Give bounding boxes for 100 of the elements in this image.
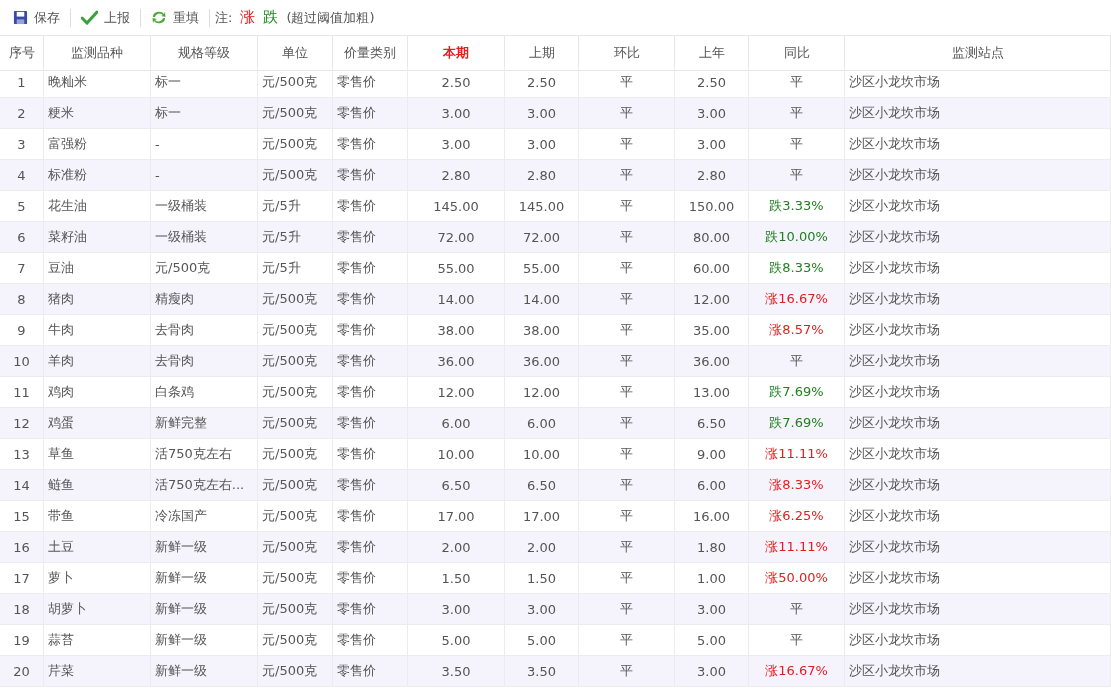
table-cell: 沙区小龙坎市场 [845, 656, 1111, 687]
table-cell: 3.50 [505, 656, 579, 687]
table-cell: 跌7.69% [749, 408, 845, 439]
table-cell: 80.00 [675, 222, 749, 253]
table-cell: 元/500克 [258, 284, 333, 315]
table-cell: 平 [749, 160, 845, 191]
table-cell: 元/500克 [258, 470, 333, 501]
table-cell: 精瘦肉 [151, 284, 258, 315]
table-cell: 3.00 [505, 594, 579, 625]
table-cell: 菜籽油 [44, 222, 151, 253]
table-cell: 沙区小龙坎市场 [845, 160, 1111, 191]
table-cell: 72.00 [505, 222, 579, 253]
table-cell: 元/500克 [258, 532, 333, 563]
table-cell: 2 [0, 98, 44, 129]
table-cell: 14 [0, 470, 44, 501]
report-button[interactable]: 上报 [76, 5, 135, 30]
legend-item: 跌 [263, 8, 279, 27]
table-cell: 2.80 [505, 160, 579, 191]
table-cell: 涨16.67% [749, 284, 845, 315]
table-cell: 沙区小龙坎市场 [845, 594, 1111, 625]
table-cell: 沙区小龙坎市场 [845, 222, 1111, 253]
table-cell: 零售价 [333, 470, 408, 501]
table-cell: 标一 [151, 98, 258, 129]
legend-item: 涨 [240, 8, 256, 27]
column-header[interactable]: 序号 [0, 36, 44, 71]
table-cell: 一级桶装 [151, 222, 258, 253]
table-cell: 零售价 [333, 98, 408, 129]
table-cell: 涨11.11% [749, 532, 845, 563]
table-cell: 6 [0, 222, 44, 253]
table-cell: 12.00 [675, 284, 749, 315]
table-cell: 沙区小龙坎市场 [845, 470, 1111, 501]
table-cell: 沙区小龙坎市场 [845, 98, 1111, 129]
table-cell: 平 [579, 532, 675, 563]
table-cell: 平 [579, 284, 675, 315]
table-cell: 1.80 [675, 532, 749, 563]
table-cell: 平 [579, 594, 675, 625]
table-cell: 零售价 [333, 532, 408, 563]
table-cell: 2.80 [408, 160, 505, 191]
table-cell: 新鲜一级 [151, 594, 258, 625]
table-cell: 平 [749, 346, 845, 377]
table-cell: 跌10.00% [749, 222, 845, 253]
column-header[interactable]: 上期 [505, 36, 579, 71]
table-cell: 沙区小龙坎市场 [845, 284, 1111, 315]
table-cell: 零售价 [333, 656, 408, 687]
table-cell: 3.00 [675, 98, 749, 129]
table-cell: 平 [749, 98, 845, 129]
table-cell: 16 [0, 532, 44, 563]
table-cell: 新鲜一级 [151, 532, 258, 563]
table-cell: 3.00 [408, 594, 505, 625]
table-cell: 36.00 [675, 346, 749, 377]
save-button[interactable]: 保存 [8, 5, 65, 30]
table-cell: 元/500克 [258, 656, 333, 687]
column-header[interactable]: 本期 [408, 36, 505, 71]
table-cell: 粳米 [44, 98, 151, 129]
table-cell: 平 [579, 222, 675, 253]
column-header[interactable]: 规格等级 [151, 36, 258, 71]
table-cell: 18 [0, 594, 44, 625]
table-cell: 3.00 [505, 98, 579, 129]
table-cell: - [151, 160, 258, 191]
column-header[interactable]: 监测站点 [845, 36, 1111, 71]
table-cell: 14.00 [408, 284, 505, 315]
table-cell: 鲢鱼 [44, 470, 151, 501]
table-cell: 沙区小龙坎市场 [845, 532, 1111, 563]
table-cell: 涨8.33% [749, 470, 845, 501]
table-cell: 3.00 [408, 98, 505, 129]
column-header[interactable]: 同比 [749, 36, 845, 71]
table-cell: 3.50 [408, 656, 505, 687]
table-cell: 元/500克 [258, 346, 333, 377]
refresh-icon [151, 10, 167, 25]
legend-note: (超过阈值加粗) [286, 8, 375, 27]
table-cell: 平 [579, 98, 675, 129]
column-header[interactable]: 环比 [579, 36, 675, 71]
table-cell: 14.00 [505, 284, 579, 315]
table-cell: 10 [0, 346, 44, 377]
table-cell: 4 [0, 160, 44, 191]
table-cell: 平 [579, 408, 675, 439]
table-cell: 6.00 [675, 470, 749, 501]
column-header[interactable]: 监测品种 [44, 36, 151, 71]
legend-label: 注: [215, 8, 233, 27]
table-cell: 标准粉 [44, 160, 151, 191]
table-cell: 零售价 [333, 346, 408, 377]
table-cell: 零售价 [333, 594, 408, 625]
table-cell: 3.00 [675, 656, 749, 687]
table-cell: 2.80 [675, 160, 749, 191]
table-cell: 36.00 [505, 346, 579, 377]
table-cell: 6.50 [505, 470, 579, 501]
table-cell: 3.00 [675, 594, 749, 625]
column-header[interactable]: 单位 [258, 36, 333, 71]
table-cell: 平 [579, 346, 675, 377]
table-cell: 元/500克 [258, 98, 333, 129]
table-cell: 元/500克 [258, 594, 333, 625]
table-cell: 2.00 [505, 532, 579, 563]
column-header[interactable]: 上年 [675, 36, 749, 71]
table-cell: 沙区小龙坎市场 [845, 408, 1111, 439]
table-cell: 6.50 [408, 470, 505, 501]
reset-button[interactable]: 重填 [146, 5, 204, 30]
table-cell: 鸡蛋 [44, 408, 151, 439]
table-cell: 平 [579, 656, 675, 687]
column-header[interactable]: 价量类别 [333, 36, 408, 71]
table-cell: 元/500克 [258, 408, 333, 439]
